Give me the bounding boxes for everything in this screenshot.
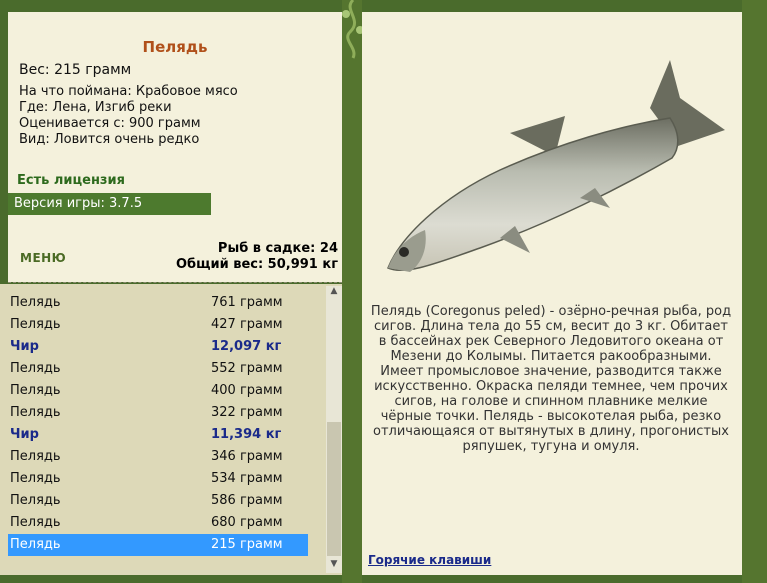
- catch-row-name: Пелядь: [10, 317, 61, 332]
- catch-row-weight: 346 грамм: [211, 449, 283, 464]
- catch-row-name: Пелядь: [10, 405, 61, 420]
- catch-info-panel: Пелядь Вес: 215 грамм На что поймана: Кр…: [8, 12, 342, 282]
- fish-place: Где: Лена, Изгиб реки: [19, 100, 172, 115]
- fish-bait: На что поймана: Крабовое мясо: [19, 84, 238, 99]
- total-weight: Общий вес: 50,991 кг: [175, 257, 338, 272]
- fish-count: Рыб в садке: 24: [217, 241, 338, 256]
- fish-description-panel: Пелядь (Coregonus peled) - озёрно-речная…: [362, 12, 742, 575]
- catch-row-weight: 400 грамм: [211, 383, 283, 398]
- catch-row-weight: 215 грамм: [211, 537, 283, 552]
- catch-row-name: Пелядь: [10, 361, 61, 376]
- catch-row-weight: 534 грамм: [211, 471, 283, 486]
- fish-kind: Вид: Ловится очень редко: [19, 132, 200, 147]
- fish-image: [387, 60, 725, 272]
- catch-row-weight: 680 грамм: [211, 515, 283, 530]
- catch-row-name: Пелядь: [10, 449, 61, 464]
- catch-row-name: Пелядь: [10, 493, 61, 508]
- fish-name: Пелядь: [142, 38, 208, 56]
- game-version: Версия игры: 3.7.5: [8, 193, 211, 215]
- catch-row-name: Пелядь: [10, 295, 61, 310]
- fish-price: Оценивается с: 900 грамм: [19, 116, 201, 131]
- catch-row-weight: 11,394 кг: [211, 427, 282, 442]
- catch-row[interactable]: Пелядь 322 грамм: [8, 402, 308, 424]
- catch-row-name: Пелядь: [10, 515, 61, 530]
- catch-row[interactable]: Пелядь 680 грамм: [8, 512, 308, 534]
- menu-button[interactable]: МЕНЮ: [20, 251, 66, 265]
- catch-row[interactable]: Пелядь 427 грамм: [8, 314, 308, 336]
- catch-row[interactable]: Пелядь 346 грамм: [8, 446, 308, 468]
- catch-row-weight: 322 грамм: [211, 405, 283, 420]
- license-status: Есть лицензия: [17, 173, 125, 188]
- scroll-thumb[interactable]: [327, 422, 341, 556]
- catch-row-weight: 586 грамм: [211, 493, 283, 508]
- catch-row[interactable]: Пелядь 552 грамм: [8, 358, 308, 380]
- fish-weight: Вес: 215 грамм: [19, 62, 132, 78]
- catch-row-name: Пелядь: [10, 383, 61, 398]
- catch-row-name: Пелядь: [10, 471, 61, 486]
- catch-row[interactable]: Пелядь 761 грамм: [8, 292, 308, 314]
- frame-divider: [342, 0, 362, 583]
- catch-row[interactable]: Чир 12,097 кг: [8, 336, 308, 358]
- catch-row[interactable]: Пелядь 586 грамм: [8, 490, 308, 512]
- keepnet-totals: Рыб в садке: 24 Общий вес: 50,991 кг: [176, 241, 338, 273]
- frame-right-edge: [742, 0, 767, 583]
- catch-row[interactable]: Пелядь 400 грамм: [8, 380, 308, 402]
- catch-row-weight: 761 грамм: [211, 295, 283, 310]
- catch-row[interactable]: Чир 11,394 кг: [8, 424, 308, 446]
- fish-description: Пелядь (Coregonus peled) - озёрно-речная…: [370, 304, 732, 454]
- scroll-down-icon[interactable]: ▼: [326, 559, 342, 573]
- hotkeys-link[interactable]: Горячие клавиши: [368, 553, 491, 567]
- divider: [8, 282, 342, 283]
- catch-row-name: Чир: [10, 339, 39, 354]
- catch-list-scrollbar[interactable]: ▲ ▼: [326, 286, 342, 573]
- catch-row-weight: 12,097 кг: [211, 339, 282, 354]
- scroll-up-icon[interactable]: ▲: [326, 286, 342, 300]
- catch-row-weight: 552 грамм: [211, 361, 283, 376]
- catch-row-name: Пелядь: [10, 537, 61, 552]
- catch-row[interactable]: Пелядь 534 грамм: [8, 468, 308, 490]
- catch-row[interactable]: Пелядь 215 грамм: [8, 534, 308, 556]
- catch-row-weight: 427 грамм: [211, 317, 283, 332]
- catch-list: Пелядь 761 грамм Пелядь 427 грамм Чир 12,097 …: [8, 292, 308, 556]
- catch-row-name: Чир: [10, 427, 39, 442]
